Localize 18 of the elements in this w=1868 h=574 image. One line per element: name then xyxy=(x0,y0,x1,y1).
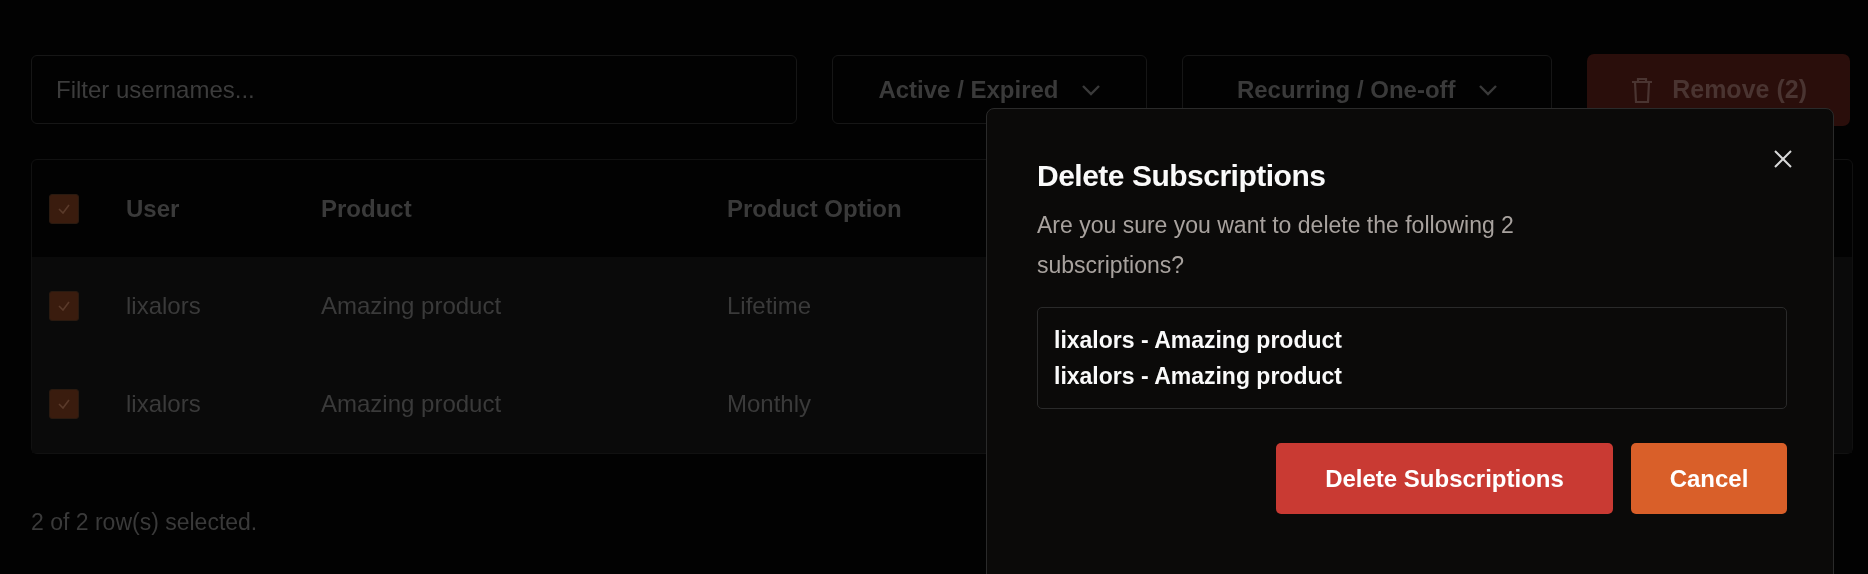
column-header: Product Option xyxy=(727,194,902,223)
dialog-message: Are you sure you want to delete the following 2 subscriptions? xyxy=(1037,211,1515,280)
column-header: Product xyxy=(321,194,413,223)
filter-field[interactable]: Filter usernames... xyxy=(31,55,797,124)
row-checkbox[interactable] xyxy=(49,389,79,419)
column-header: User xyxy=(126,194,181,223)
trash-icon xyxy=(1630,75,1655,104)
selection-count: 2 of 2 row(s) selected. xyxy=(31,509,259,536)
dialog-title: Delete Subscriptions xyxy=(1037,159,1327,193)
delete-button[interactable]: Delete Subscriptions xyxy=(1276,443,1613,514)
list-item: lixalors - Amazing product xyxy=(1054,362,1343,391)
list-item: lixalors - Amazing product xyxy=(1054,326,1343,355)
chevron-down-icon xyxy=(1477,83,1498,96)
chevron-down-icon xyxy=(1080,83,1101,96)
row-checkbox[interactable] xyxy=(49,291,79,321)
close-icon[interactable] xyxy=(1773,149,1793,169)
cancel-button[interactable]: Cancel xyxy=(1631,443,1787,514)
select-all-checkbox[interactable] xyxy=(49,193,79,224)
